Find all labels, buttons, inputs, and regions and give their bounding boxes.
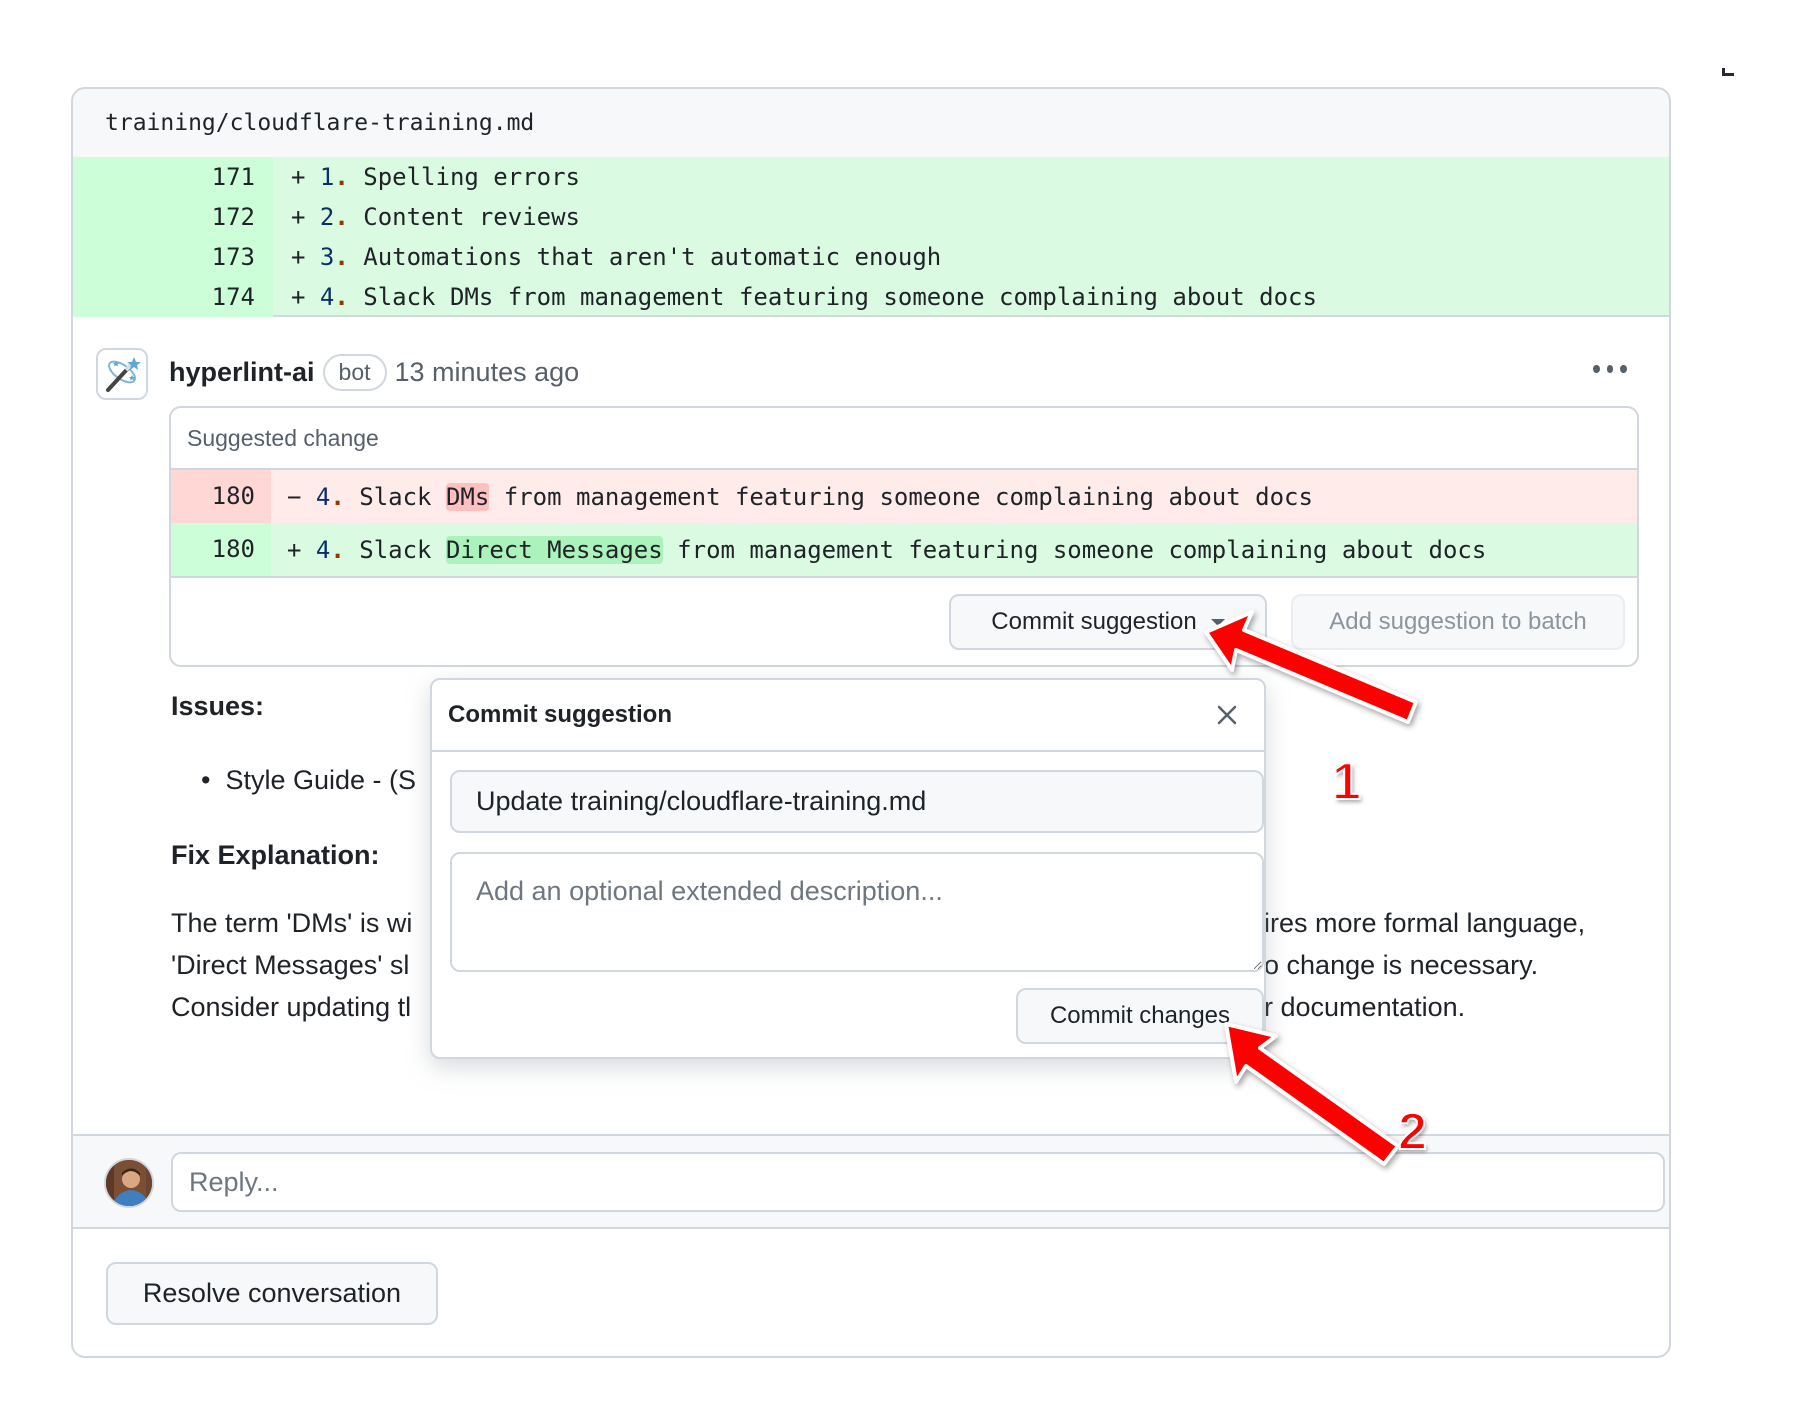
diff-context: 171 + 1. Spelling errors 172 + 2. Conten… [73,157,1669,317]
annotation-label-2: 2 [1397,1102,1428,1162]
list-number: 4 [315,482,331,511]
user-avatar[interactable] [104,1158,154,1208]
line-text: Slack DMs from management featuring some… [348,283,1317,311]
diff-line: 174 + 4. Slack DMs from management featu… [73,277,1669,317]
diff-sign: + [291,163,306,191]
diff-line: 173 + 3. Automations that aren't automat… [73,237,1669,277]
add-to-batch-button[interactable]: Add suggestion to batch [1291,594,1625,650]
issue-text: Style Guide - (S [225,765,417,795]
close-icon [1217,705,1237,725]
line-text: Spelling errors [348,163,580,191]
suggestion-removed-line: 180 − 4. Slack DMs from management featu… [171,470,1637,523]
file-path-header[interactable]: training/cloudflare-training.md [73,89,1669,157]
file-path: training/cloudflare-training.md [105,110,535,136]
suggested-change-box: Suggested change 180 − 4. Slack DMs from… [169,406,1639,667]
text-fragment: 'Direct Messages' sl [171,950,410,980]
diff-sign: + [291,283,306,311]
author-name[interactable]: hyperlint-ai [169,357,315,388]
line-text: Slack [344,535,446,564]
caret-down-icon [1210,618,1225,626]
bullet-icon: • [201,765,211,795]
text-fragment: Consider updating tl [171,992,412,1022]
reply-input[interactable] [171,1152,1665,1212]
diff-sign: − [287,482,302,511]
line-number: 180 [171,523,271,576]
dialog-title: Commit suggestion [432,680,1264,752]
diff-sign: + [291,243,306,271]
diff-line: 171 + 1. Spelling errors [73,157,1669,197]
line-number: 172 [73,197,273,237]
diff-sign: + [287,535,302,564]
kebab-dot-icon [1593,365,1600,373]
close-button[interactable] [1212,700,1242,730]
corner-artifact [1722,68,1734,76]
comment-header: hyperlint-ai bot 13 minutes ago [169,349,579,395]
suggestion-actions: Commit suggestion Add suggestion to batc… [171,576,1637,665]
commit-changes-button[interactable]: Commit changes [1016,988,1264,1044]
issues-heading: Issues: [171,691,265,721]
text-fragment: uires more formal language, [1249,908,1586,938]
list-number: 3 [319,243,335,271]
commit-description-textarea[interactable] [450,852,1264,972]
suggested-change-title: Suggested change [171,408,1637,470]
commit-suggestion-button[interactable]: Commit suggestion [949,594,1267,650]
commit-suggestion-label: Commit suggestion [991,608,1197,635]
line-number: 171 [73,157,273,197]
kebab-dot-icon [1620,365,1628,373]
diff-line: 172 + 2. Content reviews [73,197,1669,237]
fix-explanation-heading: Fix Explanation: [171,840,380,870]
line-number: 180 [171,470,271,523]
line-number: 173 [73,237,273,277]
list-number: 1 [319,163,335,191]
line-text: from management featuring someone compla… [489,482,1313,511]
reply-section [73,1134,1669,1229]
text-fragment: no change is necessary. [1249,950,1539,980]
list-number: 4 [315,535,331,564]
user-photo-icon [106,1160,152,1206]
resolve-conversation-button[interactable]: Resolve conversation [106,1262,438,1325]
kebab-dot-icon [1606,365,1614,373]
list-number: 4 [319,283,335,311]
added-word-highlight: Direct Messages [445,535,663,564]
comment-timestamp[interactable]: 13 minutes ago [395,357,580,388]
line-text: Content reviews [348,203,580,231]
diff-sign: + [291,203,306,231]
line-number: 174 [73,277,273,317]
annotation-label-1: 1 [1331,752,1362,812]
issue-list-item: • Style Guide - (S [201,765,416,796]
bot-avatar[interactable] [96,348,148,400]
commit-message-input[interactable] [450,770,1264,833]
magic-wand-icon [106,357,141,392]
bot-badge: bot [322,353,387,391]
suggestion-added-line: 180 + 4. Slack Direct Messages from mana… [171,523,1637,576]
line-text: Slack [344,482,446,511]
text-fragment: The term 'DMs' is wi [171,908,413,938]
list-number: 2 [319,203,335,231]
removed-word-highlight: DMs [445,482,490,511]
more-options-button[interactable] [1593,359,1628,379]
text-fragment: ur documentation. [1249,992,1466,1022]
line-text: Automations that aren't automatic enough [348,243,942,271]
commit-suggestion-dialog: Commit suggestion Commit changes [430,678,1266,1059]
line-text: from management featuring someone compla… [662,535,1487,564]
